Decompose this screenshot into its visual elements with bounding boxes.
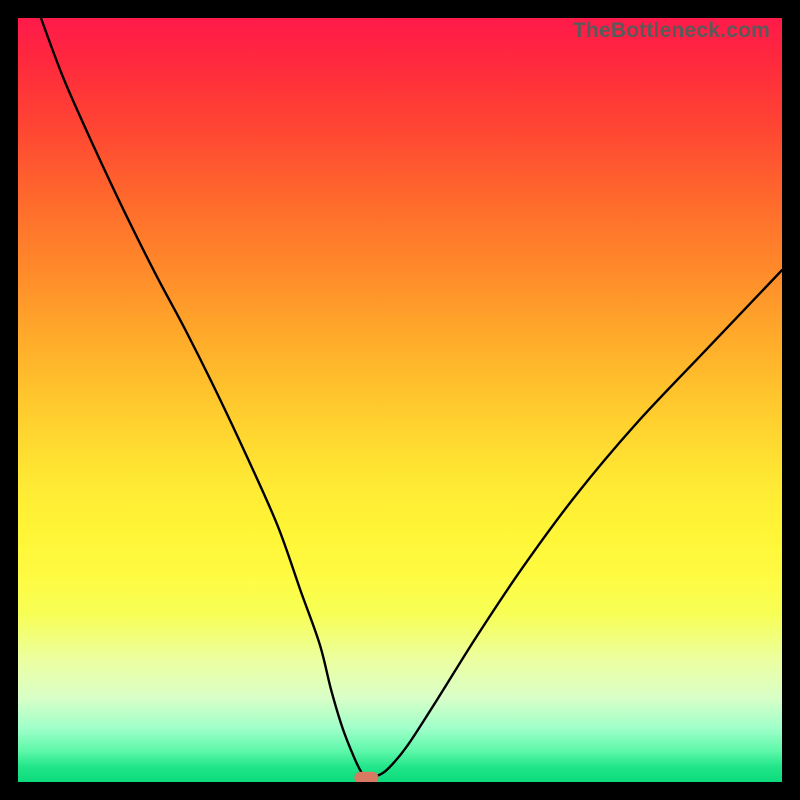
curve-layer <box>18 18 782 782</box>
chart-frame: TheBottleneck.com <box>0 0 800 800</box>
bottleneck-curve <box>41 18 782 778</box>
plot-area: TheBottleneck.com <box>18 18 782 782</box>
min-marker <box>354 772 378 782</box>
